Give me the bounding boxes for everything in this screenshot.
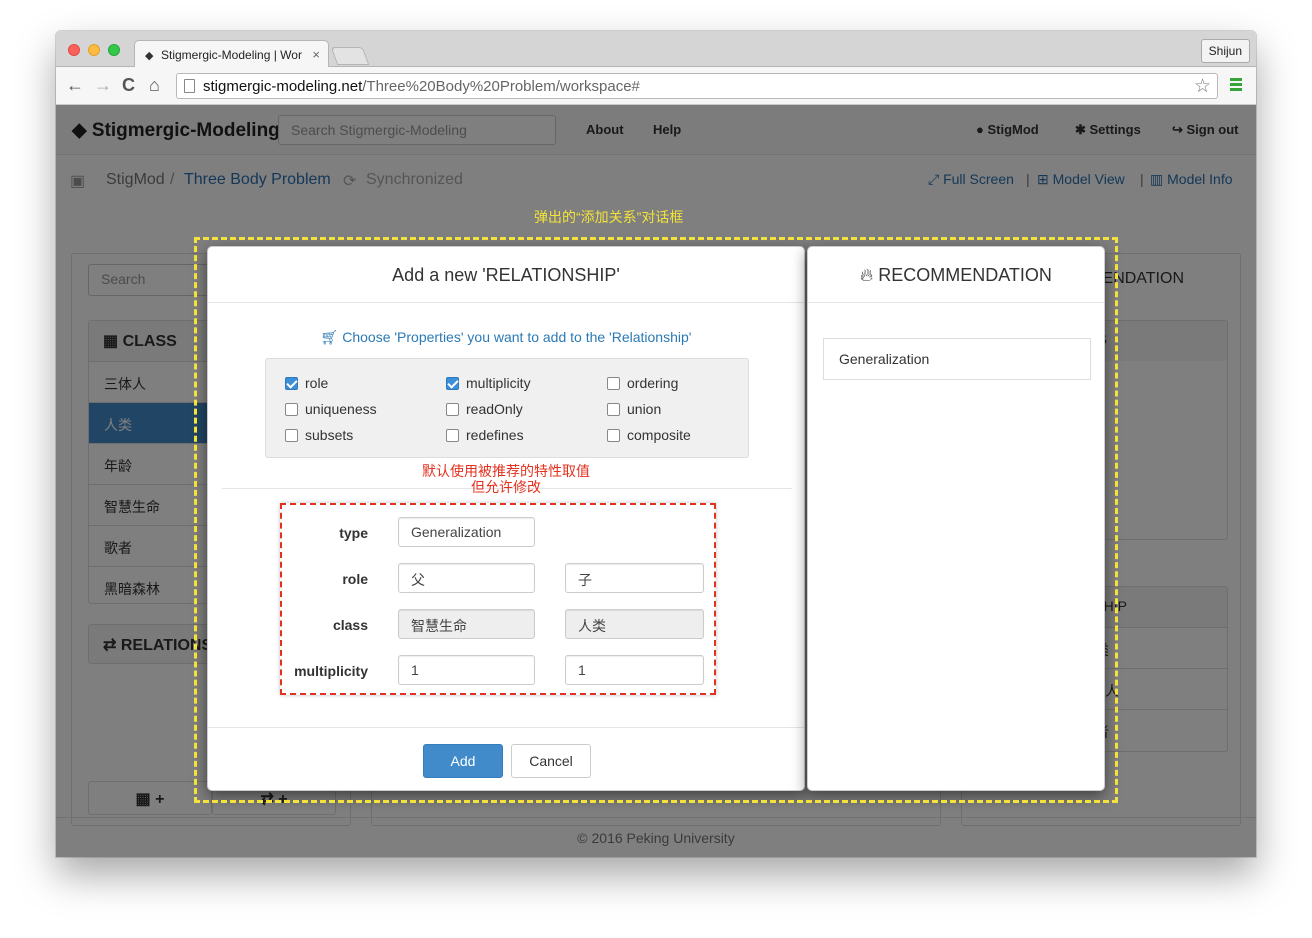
- recommendation-dialog: 🔥︎ RECOMMENDATION Generalization: [807, 246, 1105, 791]
- multiplicity-right-field[interactable]: 1: [565, 655, 704, 685]
- back-icon[interactable]: ←: [66, 75, 84, 95]
- checkbox-icon: [446, 403, 459, 416]
- browser-toolbar: ← → C ⌂ stigmergic-modeling.net/Three%20…: [56, 67, 1256, 105]
- new-tab-button[interactable]: [330, 47, 370, 65]
- checkbox-label: composite: [627, 427, 691, 443]
- checkbox-ordering[interactable]: ordering: [607, 375, 678, 391]
- properties-hint-text: Choose 'Properties' you want to add to t…: [342, 329, 692, 345]
- properties-box: role multiplicity ordering uniqueness re…: [265, 358, 749, 458]
- checkbox-icon: [285, 403, 298, 416]
- tab-strip: ◆ Stigmergic-Modeling | Wor × Shijun: [56, 31, 1256, 67]
- checkbox-label: uniqueness: [305, 401, 377, 417]
- home-icon[interactable]: ⌂: [149, 75, 160, 95]
- maximize-window-button[interactable]: [108, 44, 120, 56]
- reload-icon[interactable]: C: [122, 75, 135, 95]
- close-window-button[interactable]: [68, 44, 80, 56]
- checkbox-icon: [607, 429, 620, 442]
- bookmark-star-icon[interactable]: ☆: [1194, 75, 1211, 98]
- recommendation-title-text: RECOMMENDATION: [878, 265, 1052, 285]
- cubes-favicon-icon: ◆: [145, 50, 154, 62]
- add-relationship-dialog: Add a new 'RELATIONSHIP' 🛒︎ Choose 'Prop…: [207, 246, 805, 791]
- annotation-line-1: 默认使用被推荐的特性取值: [422, 463, 590, 479]
- multiplicity-label: multiplicity: [294, 663, 368, 679]
- url-path: /Three%20Body%20Problem/workspace#: [362, 78, 640, 95]
- checkbox-union[interactable]: union: [607, 401, 661, 417]
- role-right-field[interactable]: 子: [565, 563, 704, 593]
- browser-window: ◆ Stigmergic-Modeling | Wor × Shijun ← →…: [56, 31, 1256, 857]
- checkbox-label: multiplicity: [466, 375, 531, 391]
- properties-hint: 🛒︎ Choose 'Properties' you want to add t…: [208, 329, 804, 346]
- fire-icon: 🔥︎: [860, 265, 879, 285]
- browser-tab[interactable]: ◆ Stigmergic-Modeling | Wor ×: [134, 40, 329, 67]
- type-label: type: [339, 525, 368, 541]
- dialog-footer-divider: [208, 727, 804, 728]
- class-left-field: 智慧生命: [398, 609, 535, 639]
- checkbox-icon: [446, 429, 459, 442]
- checkbox-label: readOnly: [466, 401, 523, 417]
- web-page: ◆ Stigmergic-Modeling Search Stigmergic-…: [56, 105, 1256, 857]
- browser-menu-icon[interactable]: [1230, 78, 1242, 92]
- checkbox-label: subsets: [305, 427, 354, 443]
- tab-title: Stigmergic-Modeling | Wor: [161, 48, 302, 62]
- class-right-field: 人类: [565, 609, 704, 639]
- checkbox-checked-icon: [446, 377, 459, 390]
- checkbox-icon: [607, 403, 620, 416]
- checkbox-composite[interactable]: composite: [607, 427, 691, 443]
- add-button[interactable]: Add: [423, 744, 503, 778]
- checkbox-uniqueness[interactable]: uniqueness: [285, 401, 377, 417]
- checkbox-multiplicity[interactable]: multiplicity: [446, 375, 531, 391]
- profile-button[interactable]: Shijun: [1200, 39, 1250, 63]
- annotation-line-2: 但允许修改: [471, 479, 541, 495]
- role-label: role: [342, 571, 368, 587]
- checkbox-icon: [607, 377, 620, 390]
- dialog-title: Add a new 'RELATIONSHIP': [208, 247, 804, 303]
- checkbox-redefines[interactable]: redefines: [446, 427, 524, 443]
- checkbox-icon: [285, 429, 298, 442]
- recommendation-title: 🔥︎ RECOMMENDATION: [808, 247, 1104, 303]
- url-host: stigmergic-modeling.net: [203, 78, 363, 95]
- role-left-field[interactable]: 父: [398, 563, 535, 593]
- checkbox-label: union: [627, 401, 662, 417]
- type-field[interactable]: Generalization: [398, 517, 535, 547]
- checkbox-subsets[interactable]: subsets: [285, 427, 353, 443]
- forward-icon[interactable]: →: [94, 75, 112, 95]
- checkbox-label: ordering: [627, 375, 679, 391]
- checkbox-label: redefines: [466, 427, 524, 443]
- dialog-annotation: 弹出的“添加关系”对话框: [534, 209, 684, 225]
- checkbox-checked-icon: [285, 377, 298, 390]
- cancel-button[interactable]: Cancel: [511, 744, 591, 778]
- shopping-cart-icon: 🛒︎: [320, 329, 343, 345]
- checkbox-label: role: [305, 375, 329, 391]
- class-label: class: [332, 617, 368, 633]
- default-values-annotation: 默认使用被推荐的特性取值 但允许修改: [356, 463, 656, 495]
- multiplicity-left-field[interactable]: 1: [398, 655, 535, 685]
- tab-close-icon[interactable]: ×: [312, 47, 320, 62]
- checkbox-readonly[interactable]: readOnly: [446, 401, 523, 417]
- recommendation-item[interactable]: Generalization: [823, 338, 1091, 380]
- minimize-window-button[interactable]: [88, 44, 100, 56]
- page-icon: [184, 79, 195, 93]
- checkbox-role[interactable]: role: [285, 375, 328, 391]
- address-bar[interactable]: stigmergic-modeling.net/Three%20Body%20P…: [176, 73, 1218, 99]
